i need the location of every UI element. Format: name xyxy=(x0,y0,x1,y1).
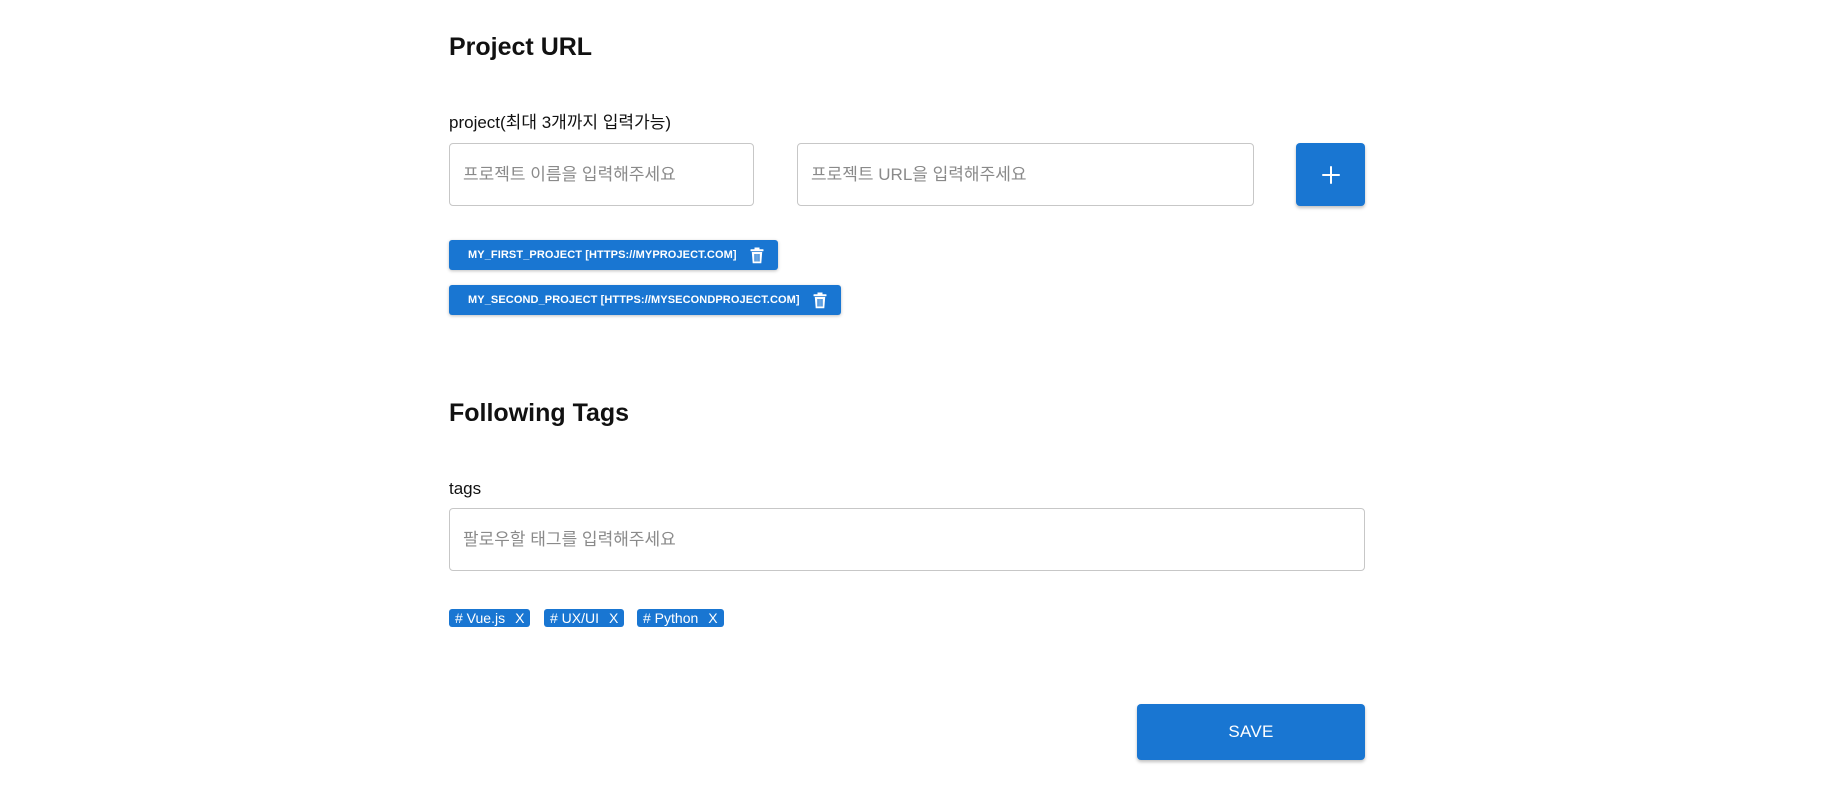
add-project-button[interactable] xyxy=(1296,143,1365,206)
tag-remove-button[interactable]: X xyxy=(708,610,717,626)
project-section-title: Project URL xyxy=(449,33,593,61)
tags-field-label: tags xyxy=(449,479,482,498)
tag-chip-label: # Python xyxy=(643,610,699,626)
project-chip-label: MY_SECOND_PROJECT [HTTPS://MYSECONDPROJE… xyxy=(468,294,800,306)
tag-remove-button[interactable]: X xyxy=(515,610,524,626)
tag-remove-button[interactable]: X xyxy=(609,610,618,626)
trash-icon[interactable] xyxy=(750,247,764,264)
plus-icon xyxy=(1321,165,1340,184)
tags-input[interactable] xyxy=(449,508,1365,571)
project-url-input[interactable] xyxy=(797,143,1254,206)
project-chip-label: MY_FIRST_PROJECT [HTTPS://MYPROJECT.COM] xyxy=(468,249,737,261)
project-name-input[interactable] xyxy=(449,143,754,206)
tag-chip: # Python X xyxy=(637,609,724,627)
project-chip[interactable]: MY_SECOND_PROJECT [HTTPS://MYSECONDPROJE… xyxy=(449,285,841,315)
tag-chip: # Vue.js X xyxy=(449,609,531,627)
tag-chip-label: # UX/UI xyxy=(550,610,600,626)
trash-icon[interactable] xyxy=(813,292,827,309)
save-button[interactable]: SAVE xyxy=(1137,704,1365,760)
tag-chip-label: # Vue.js xyxy=(455,610,506,626)
tags-section-title: Following Tags xyxy=(449,399,630,427)
project-chip[interactable]: MY_FIRST_PROJECT [HTTPS://MYPROJECT.COM] xyxy=(449,240,778,270)
tag-chip: # UX/UI X xyxy=(544,609,625,627)
project-field-label: project(최대 3개까지 입력가능) xyxy=(449,113,672,132)
